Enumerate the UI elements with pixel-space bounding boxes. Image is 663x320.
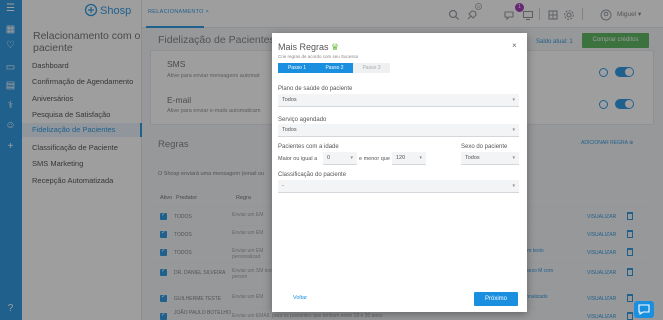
chat-support-button[interactable]	[634, 301, 654, 318]
health-plan-select[interactable]: Todos ▾	[278, 94, 519, 107]
sex-label: Sexo do paciente	[461, 144, 508, 150]
next-button[interactable]: Próximo	[474, 292, 518, 306]
chevron-down-icon: ▾	[419, 155, 422, 161]
classification-label: Classificação do paciente	[278, 172, 347, 178]
close-icon[interactable]: ×	[512, 41, 517, 50]
step-2[interactable]: Passo 2	[316, 63, 353, 73]
chevron-down-icon: ▾	[350, 155, 353, 161]
age-min-prefix: Maior ou igual a	[278, 156, 318, 162]
more-rules-modal: Mais Regras ♛ Crie regras de acordo com …	[272, 33, 527, 312]
chevron-down-icon: ▾	[512, 127, 515, 133]
chat-bubble-icon	[638, 304, 650, 315]
step-1[interactable]: Passo 1	[278, 63, 316, 73]
modal-subtitle: Crie regras de acordo com seu Sucesso	[278, 54, 359, 59]
crown-icon: ♛	[331, 42, 340, 52]
modal-title: Mais Regras ♛	[278, 42, 340, 52]
sex-select[interactable]: Todos ▾	[461, 152, 519, 165]
age-max-select[interactable]: 120 ▾	[392, 152, 426, 165]
chevron-down-icon: ▾	[512, 155, 515, 161]
chevron-down-icon: ▾	[512, 97, 515, 103]
back-button[interactable]: Voltar	[293, 295, 307, 301]
age-label: Pacientes com a idade	[278, 144, 339, 150]
health-plan-label: Plano de saúde do paciente	[278, 86, 353, 92]
chevron-down-icon: ▾	[512, 183, 515, 189]
service-select[interactable]: Todos ▾	[278, 124, 519, 137]
step-3[interactable]: Passo 3	[353, 63, 390, 73]
age-max-prefix: e menor que	[359, 156, 390, 162]
service-label: Serviço agendado	[278, 117, 327, 123]
classification-select[interactable]: - ▾	[278, 180, 519, 193]
age-min-select[interactable]: 0 ▾	[323, 152, 357, 165]
